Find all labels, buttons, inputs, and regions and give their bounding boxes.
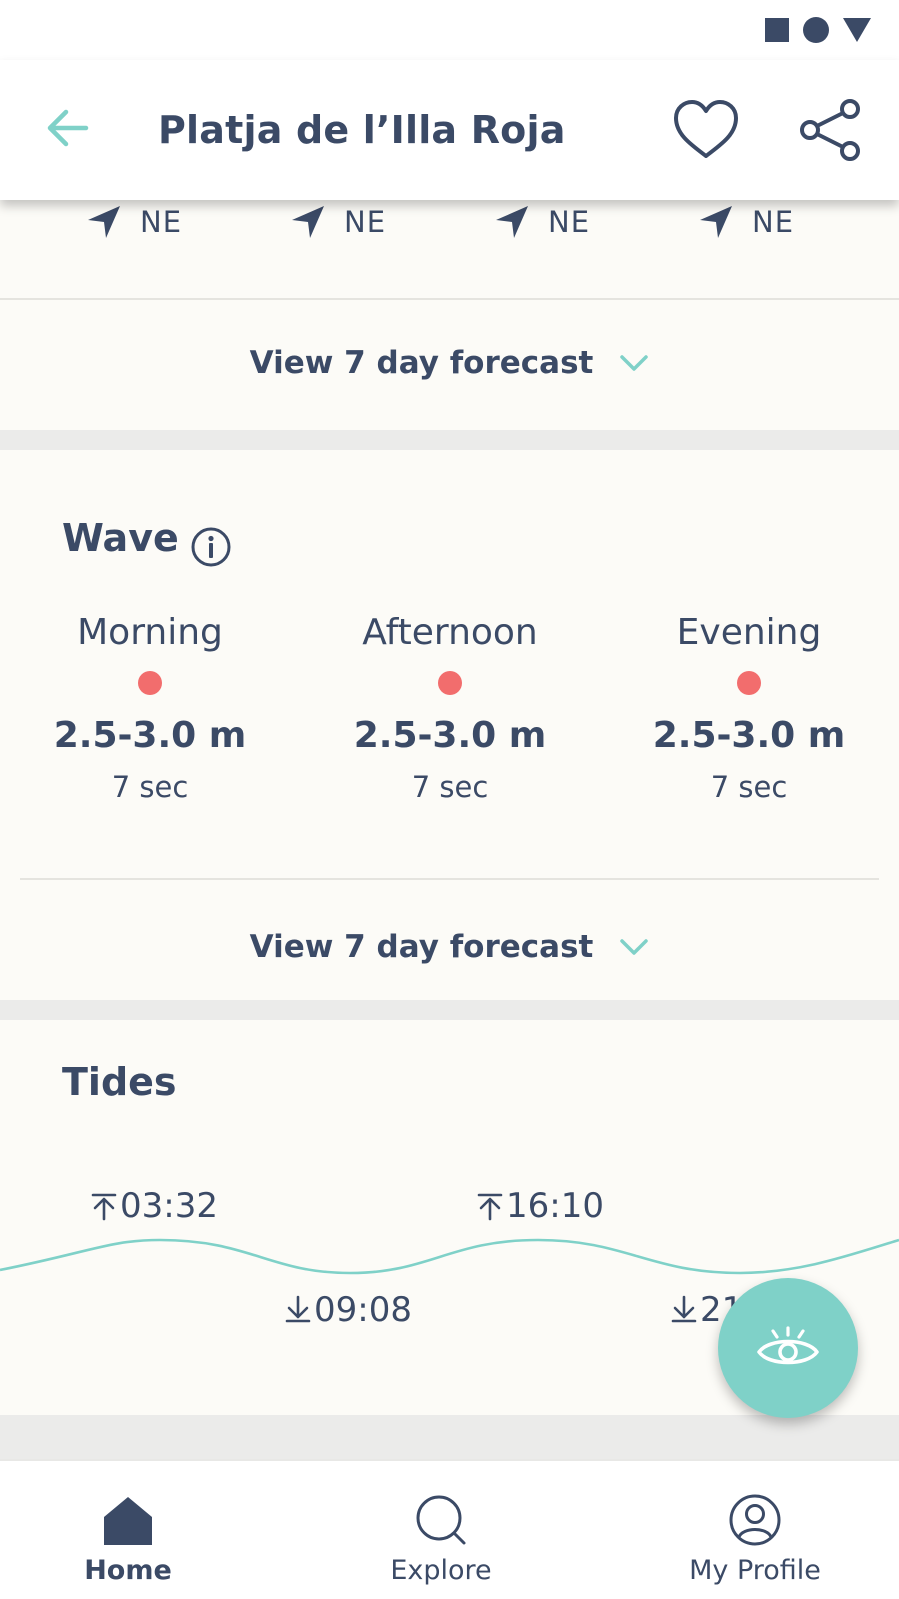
navigation-arrow-icon (88, 206, 120, 238)
arrow-down-to-line-icon (671, 1295, 697, 1323)
recent-apps-icon (765, 18, 789, 42)
wind-card: NE NE NE NE View 7 day forecast (0, 200, 899, 430)
arrow-up-to-line-icon (477, 1193, 503, 1221)
arrow-left-icon (47, 109, 89, 147)
view-fab-button[interactable] (718, 1278, 858, 1418)
bottom-navigation: Home Explore My Profile (0, 1459, 899, 1599)
nav-home[interactable]: Home (28, 1461, 228, 1599)
wind-direction: NE (290, 204, 386, 240)
arrow-up-to-line-icon (91, 1193, 117, 1221)
navigation-arrow-icon (700, 206, 732, 238)
favorite-button[interactable] (670, 96, 742, 164)
wind-forecast-button[interactable]: View 7 day forecast (0, 328, 899, 398)
back-triangle-icon (843, 18, 871, 42)
wave-forecast-button[interactable]: View 7 day forecast (0, 912, 899, 982)
divider (20, 878, 879, 880)
wave-card: Wave Morning 2.5-3.0 m 7 sec Afternoon 2… (0, 450, 899, 1000)
high-tide-time: 03:32 (90, 1186, 218, 1226)
wind-direction: NE (86, 204, 182, 240)
chevron-down-icon (620, 939, 649, 955)
wave-period-seconds: 7 sec (111, 770, 189, 804)
wave-status-dot (737, 671, 761, 695)
wind-direction-row: NE NE NE NE (0, 200, 899, 250)
home-circle-icon (803, 17, 829, 43)
section-title: Tides (62, 1060, 177, 1104)
nav-label: Home (84, 1555, 172, 1586)
nav-label: Explore (390, 1555, 492, 1586)
search-icon (416, 1495, 466, 1545)
wind-direction: NE (698, 204, 794, 240)
share-icon (800, 99, 860, 161)
section-title: Wave (62, 516, 179, 560)
wave-period-evening: Evening 2.5-3.0 m 7 sec (629, 612, 869, 804)
arrow-down-to-line-icon (285, 1295, 311, 1323)
status-bar (0, 0, 899, 60)
wave-status-dot (438, 671, 462, 695)
wave-period-seconds: 7 sec (710, 770, 788, 804)
wave-height: 2.5-3.0 m (652, 715, 846, 756)
navigation-arrow-icon (496, 206, 528, 238)
wave-height: 2.5-3.0 m (53, 715, 247, 756)
wind-direction: NE (494, 204, 590, 240)
page-title: Platja de l’Illa Roja (158, 108, 566, 152)
nav-explore[interactable]: Explore (341, 1461, 541, 1599)
wave-status-dot (138, 671, 162, 695)
period-label: Morning (77, 612, 223, 653)
wave-period-morning: Morning 2.5-3.0 m 7 sec (30, 612, 270, 804)
period-label: Afternoon (362, 612, 538, 653)
app-header: Platja de l’Illa Roja (0, 60, 899, 200)
wave-height: 2.5-3.0 m (353, 715, 547, 756)
info-icon[interactable] (190, 526, 232, 568)
wave-period-afternoon: Afternoon 2.5-3.0 m 7 sec (330, 612, 570, 804)
eye-icon (757, 1326, 819, 1365)
back-button[interactable] (40, 100, 96, 156)
period-label: Evening (676, 612, 822, 653)
divider (0, 298, 899, 300)
home-icon (104, 1497, 152, 1545)
nav-profile[interactable]: My Profile (655, 1461, 855, 1599)
forecast-label: View 7 day forecast (249, 929, 594, 965)
nav-label: My Profile (689, 1555, 821, 1586)
user-icon (729, 1494, 781, 1546)
low-tide-time: 09:08 (284, 1290, 412, 1330)
forecast-label: View 7 day forecast (249, 345, 594, 381)
share-button[interactable] (796, 96, 864, 164)
high-tide-time: 16:10 (476, 1186, 604, 1226)
navigation-arrow-icon (292, 206, 324, 238)
chevron-down-icon (620, 355, 649, 371)
heart-icon (674, 100, 738, 158)
wave-period-seconds: 7 sec (411, 770, 489, 804)
